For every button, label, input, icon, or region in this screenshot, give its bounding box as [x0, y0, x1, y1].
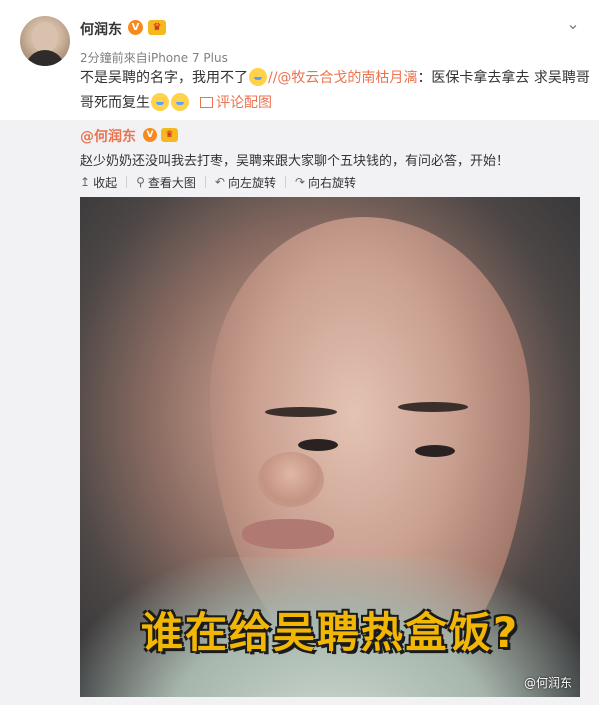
comment-picture-link[interactable]: 评论配图 [200, 95, 272, 111]
post-text-part1: 不是吴聘的名字，我用不了 [80, 70, 248, 86]
post-username[interactable]: 何润东 [80, 19, 122, 39]
view-large-button[interactable]: ⚲ 查看大图 [136, 174, 196, 191]
verified-badge-icon: V [128, 20, 143, 35]
verified-badge-icon: V [143, 128, 157, 142]
repost-text: 赵少奶奶还没叫我去打枣，吴聘来跟大家聊个五块钱的，有问必答，开始！ [80, 154, 510, 169]
image-caption: 谁在给吴聘热盒饭? [140, 608, 520, 657]
rotate-right-label: 向右旋转 [308, 175, 357, 190]
weibo-post: 何润东 V ♛ ⌄ 2分鐘前來自iPhone 7 Plus 不是吴聘的名字，我用… [0, 0, 599, 705]
comment-picture-label: 评论配图 [216, 95, 272, 111]
post-content: 不是吴聘的名字，我用不了//@牧云合戈的南枯月漓：医保卡拿去拿去 求吴聘哥哥死而… [80, 66, 590, 116]
post-image[interactable]: 谁在给吴聘热盒饭? @何润东 [80, 197, 580, 697]
repost-chain-link[interactable]: //@牧云合戈的南枯月漓 [268, 70, 417, 86]
right-eyebrow-shape [398, 402, 468, 412]
image-watermark: @何润东 [523, 676, 572, 690]
toolbar-divider [126, 176, 128, 188]
avatar-body-shape [25, 50, 65, 66]
rotate-left-icon: ↶ [214, 175, 225, 189]
chevron-down-icon[interactable]: ⌄ [563, 14, 583, 34]
avatar[interactable] [20, 16, 70, 66]
vip-crown-icon[interactable]: ♛ [161, 128, 178, 142]
rotate-left-button[interactable]: ↶ 向左旋转 [215, 174, 276, 191]
right-eye-shape [415, 445, 455, 457]
toolbar-divider [204, 176, 206, 188]
lips-shape [242, 519, 334, 549]
image-toolbar: ↥ 收起 ⚲ 查看大图 ↶ 向左旋转 ↷ 向右旋转 [80, 173, 356, 191]
vip-crown-icon[interactable]: ♛ [148, 20, 166, 35]
magnifier-icon: ⚲ [136, 175, 145, 189]
left-eye-shape [298, 439, 338, 451]
rotate-right-icon: ↷ [294, 175, 306, 189]
avatar-head-shape [32, 22, 58, 52]
rotate-left-label: 向左旋转 [227, 175, 276, 190]
crying-emoji-icon [171, 93, 189, 111]
collapse-icon: ↥ [80, 175, 91, 189]
crying-emoji-icon [151, 93, 169, 111]
nose-shape [258, 452, 324, 507]
left-eyebrow-shape [265, 407, 337, 417]
collapse-label: 收起 [93, 175, 118, 190]
toolbar-divider [284, 176, 286, 188]
collapse-button[interactable]: ↥ 收起 [80, 174, 117, 191]
view-large-label: 查看大图 [147, 175, 196, 190]
rotate-right-button[interactable]: ↷ 向右旋转 [295, 174, 356, 191]
post-meta: 2分鐘前來自iPhone 7 Plus [80, 51, 228, 65]
crying-emoji-icon [249, 68, 267, 86]
repost-username[interactable]: @何润东 [80, 126, 136, 146]
picture-icon [200, 97, 213, 108]
